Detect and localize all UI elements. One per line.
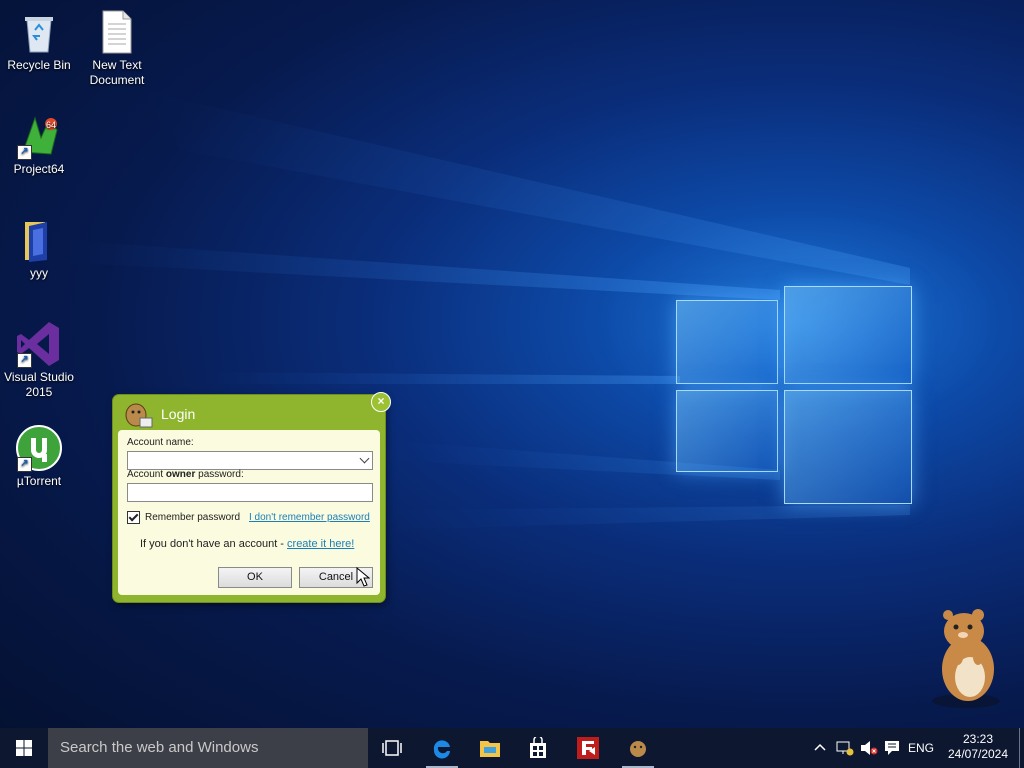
windows-logo-wallpaper [672,268,912,508]
text-document-icon [93,8,141,56]
account-name-combobox[interactable] [127,451,373,470]
store-bag-icon [530,737,546,758]
desktop-icon-utorrent[interactable]: ↗ µTorrent [1,424,77,489]
create-account-link[interactable]: create it here! [287,538,354,550]
desktop-icon-yyy-folder[interactable]: yyy [1,216,77,281]
input-language-indicator[interactable]: ENG [908,728,936,768]
password-input[interactable] [127,483,373,502]
mouse-cursor-icon [356,567,370,587]
hamster-app-icon [630,741,646,757]
forgot-password-link[interactable]: I don't remember password [249,512,370,523]
desktop-icon-project64[interactable]: 64 ↗ Project64 [1,112,77,177]
action-center-button[interactable] [882,728,902,768]
project64-icon: 64 ↗ [15,112,63,160]
clock-time: 23:23 [962,732,994,746]
recycle-bin-icon [15,8,63,56]
remember-password-label: Remember password [145,512,241,523]
windows-start-icon [16,740,32,756]
chevron-up-icon [814,743,826,751]
show-desktop-button[interactable] [1019,728,1020,768]
remember-password-checkbox[interactable] [127,511,140,524]
edge-browser-icon [433,740,450,759]
ok-button[interactable]: OK [218,567,292,588]
dialog-body: Account name: Account owner password: Re… [118,430,380,595]
folder-icon [15,216,63,264]
network-tray-button[interactable] [834,728,854,768]
taskbar-edge[interactable] [422,728,462,768]
show-hidden-icons-button[interactable] [812,728,828,768]
taskbar-clock[interactable]: 23:23 24/07/2024 [942,732,1014,762]
desktop-icon-label: yyy [30,266,48,280]
desktop-icon-label: Visual Studio 2015 [4,370,74,399]
notification-icon [885,741,899,755]
desktop-icon-recycle-bin[interactable]: Recycle Bin [1,8,77,73]
desktop-icon-label: µTorrent [16,474,62,488]
volume-tray-button[interactable] [858,728,878,768]
password-label: Account owner password: [127,469,244,480]
taskbar-search-box[interactable]: Search the web and Windows [48,728,368,768]
taskbar: Search the web and Windows ENG 23:23 24/… [0,728,1024,768]
dialog-title: Login [161,406,196,422]
volume-muted-icon [861,741,878,755]
desktop-icon-label: Recycle Bin [7,58,71,72]
taskbar-filezilla[interactable] [568,728,608,768]
clock-date: 24/07/2024 [947,747,1009,761]
file-explorer-icon [480,741,500,757]
shortcut-arrow-icon: ↗ [17,353,32,368]
filezilla-icon [577,737,599,759]
desktop-icon-label: New Text Document [89,58,145,87]
no-account-text: If you don't have an account - create it… [140,538,355,550]
taskbar-file-explorer[interactable] [470,728,510,768]
desktop-icon-label: Project64 [13,162,65,176]
utorrent-icon: ↗ [15,424,63,472]
desktop-icon-visual-studio[interactable]: ↗ Visual Studio 2015 [1,320,77,400]
taskbar-store[interactable] [518,728,558,768]
taskbar-hamster-app[interactable] [618,728,658,768]
chevron-down-icon[interactable] [359,453,370,464]
login-dialog: Login × Account name: Account owner pass… [113,392,391,602]
task-view-icon [382,740,402,756]
desktop-icon-new-text-document[interactable]: New Text Document [79,8,155,88]
close-icon[interactable]: × [371,392,391,412]
network-icon [836,741,854,756]
start-button[interactable] [4,728,44,768]
account-name-label: Account name: [127,437,194,448]
shortcut-arrow-icon: ↗ [17,457,32,472]
task-view-button[interactable] [372,728,412,768]
shortcut-arrow-icon: ↗ [17,145,32,160]
hamster-desktop-pet [926,605,1006,709]
visual-studio-icon: ↗ [15,320,63,368]
hamster-logo-icon [123,400,153,428]
svg-text:64: 64 [46,120,56,130]
